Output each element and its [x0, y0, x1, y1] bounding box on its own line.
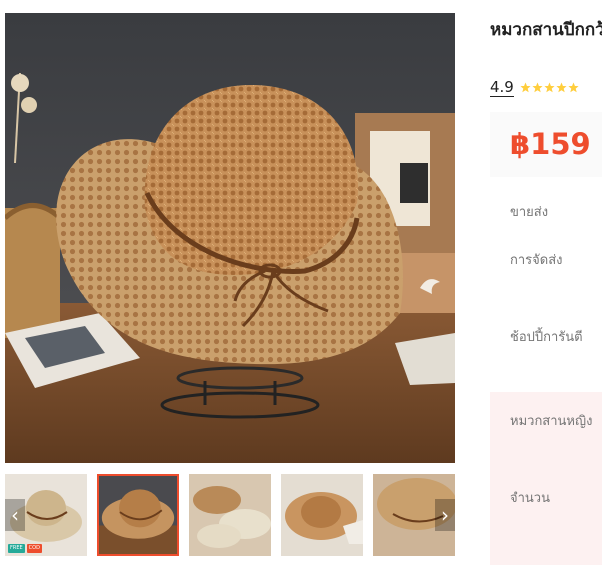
thumbnail-prev-arrow[interactable]: ‹: [5, 499, 25, 531]
wholesale-label: ขายส่ง: [510, 205, 549, 220]
shipping-label: การจัดส่ง: [510, 253, 563, 268]
star-icon: [568, 82, 579, 93]
badge-cod: COD: [26, 544, 42, 553]
star-icon: [520, 82, 531, 93]
rating-value: 4.9: [490, 78, 514, 97]
quantity-label: จำนวน: [510, 491, 550, 506]
thumbnail-3[interactable]: [189, 474, 271, 556]
promo-badges: FREE COD: [8, 544, 42, 553]
rating-row[interactable]: 4.9: [490, 78, 579, 97]
thumbnail-2-selected[interactable]: [97, 474, 179, 556]
product-title: หมวกสานปีกกว้าง พร้อมส่งจากไทย: [490, 18, 602, 42]
price-box: ฿159: [490, 112, 602, 177]
star-icon: [556, 82, 567, 93]
star-icon: [532, 82, 543, 93]
product-title-text: หมวกสานปีกกว้าง พร้อมส่งจากไทย: [490, 20, 602, 40]
badge-free-shipping: FREE: [8, 544, 25, 553]
star-icon: [544, 82, 555, 93]
thumbnail-4[interactable]: [281, 474, 363, 556]
variant-label: หมวกสานหญิง: [510, 414, 593, 429]
rating-stars: [520, 82, 579, 93]
main-product-image[interactable]: [5, 13, 455, 463]
product-price: ฿159: [510, 127, 591, 161]
thumbnail-next-arrow[interactable]: ›: [435, 499, 455, 531]
thumbnail-strip: FREE COD ‹ ›: [5, 474, 455, 556]
shopee-guarantee-label[interactable]: ช้อปปี้การันตี: [510, 329, 583, 347]
